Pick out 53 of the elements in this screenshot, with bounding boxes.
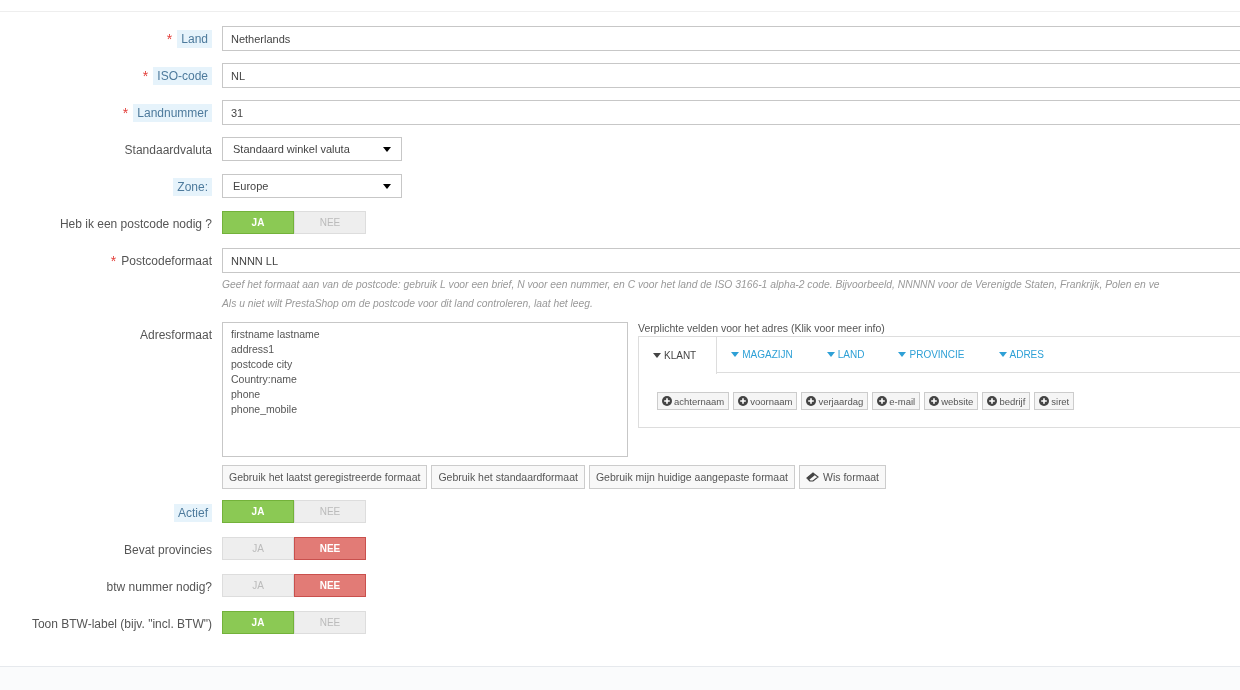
field-label: Adresformaat [139, 328, 212, 342]
caret-icon [826, 352, 835, 357]
field-label: btw nummer nodig? [106, 580, 212, 594]
add-field-button[interactable]: verjaardag [801, 392, 869, 410]
field-label: Toon BTW-label (bijv. "incl. BTW") [31, 617, 212, 631]
text-field[interactable]: 31 [222, 100, 1240, 125]
caret-icon [653, 353, 661, 358]
format-button[interactable]: Wis formaat [798, 465, 886, 489]
field-label: ISO-code [153, 67, 212, 85]
required-mark: * [166, 31, 173, 47]
plus-circle-icon [1039, 396, 1050, 406]
add-field-button[interactable]: siret [1034, 392, 1075, 410]
plus-circle-icon [987, 396, 998, 406]
tab[interactable]: KLANT [639, 337, 718, 374]
caret-icon [383, 183, 391, 189]
help-text: Als u niet wilt PrestaShop om de postcode voor dit land controleren, laat het leeg. [222, 297, 594, 311]
field-label: Land [177, 30, 212, 48]
add-field-button[interactable]: website [924, 392, 979, 410]
caret-icon [731, 352, 740, 357]
text-field[interactable]: NL [222, 63, 1240, 88]
dropdown[interactable]: Standaard winkel valuta [222, 137, 402, 161]
field-label: Landnummer [133, 104, 212, 122]
field-label: Postcodeformaat [121, 254, 212, 268]
field-label: Standaardvaluta [124, 143, 212, 157]
caret-icon [383, 146, 391, 152]
add-field-button[interactable]: achternaam [657, 392, 730, 410]
caret-icon [898, 352, 907, 357]
eraser-icon [805, 472, 819, 482]
field-label: Zone: [173, 178, 212, 196]
required-mark: * [122, 105, 129, 121]
text-field[interactable]: NNNN LL [222, 248, 1240, 273]
required-mark: * [142, 68, 149, 84]
plus-circle-icon [929, 396, 940, 406]
field-label: Actief [174, 504, 212, 522]
field-label: Heb ik een postcode nodig ? [59, 217, 212, 231]
address-format-textarea[interactable]: firstname lastname address1 postcode city Country:name phone phone_mobile [222, 322, 628, 457]
fields-title: Verplichte velden voor het adres (Klik voor meer info) [638, 322, 886, 334]
dropdown[interactable]: Europe [222, 174, 402, 198]
format-button[interactable]: Gebruik mijn huidige aangepaste formaat [588, 465, 795, 489]
format-button[interactable]: Gebruik het laatst geregistreerde formaat [222, 465, 428, 489]
add-field-button[interactable]: e-mail [872, 392, 921, 410]
help-text: Geef het formaat aan van de postcode: gebruik L voor een brief, N voor een nummer, en C voor het land de ISO 3166-1 alpha-2 code. Bijvoorbeeld, NNNNN voor de Verenigde Staten, Frankrijk, Polen en ve [222, 278, 1161, 292]
field-label: Bevat provincies [123, 543, 212, 557]
plus-circle-icon [662, 396, 672, 406]
add-field-button[interactable]: voornaam [733, 392, 798, 410]
text-field[interactable]: Netherlands [222, 26, 1240, 51]
plus-circle-icon [738, 396, 749, 406]
required-mark: * [110, 253, 117, 269]
caret-icon [998, 352, 1007, 357]
plus-circle-icon [806, 396, 817, 406]
add-field-button[interactable]: bedrijf [982, 392, 1031, 410]
plus-circle-icon [877, 396, 888, 406]
format-button[interactable]: Gebruik het standaardformaat [431, 465, 585, 489]
